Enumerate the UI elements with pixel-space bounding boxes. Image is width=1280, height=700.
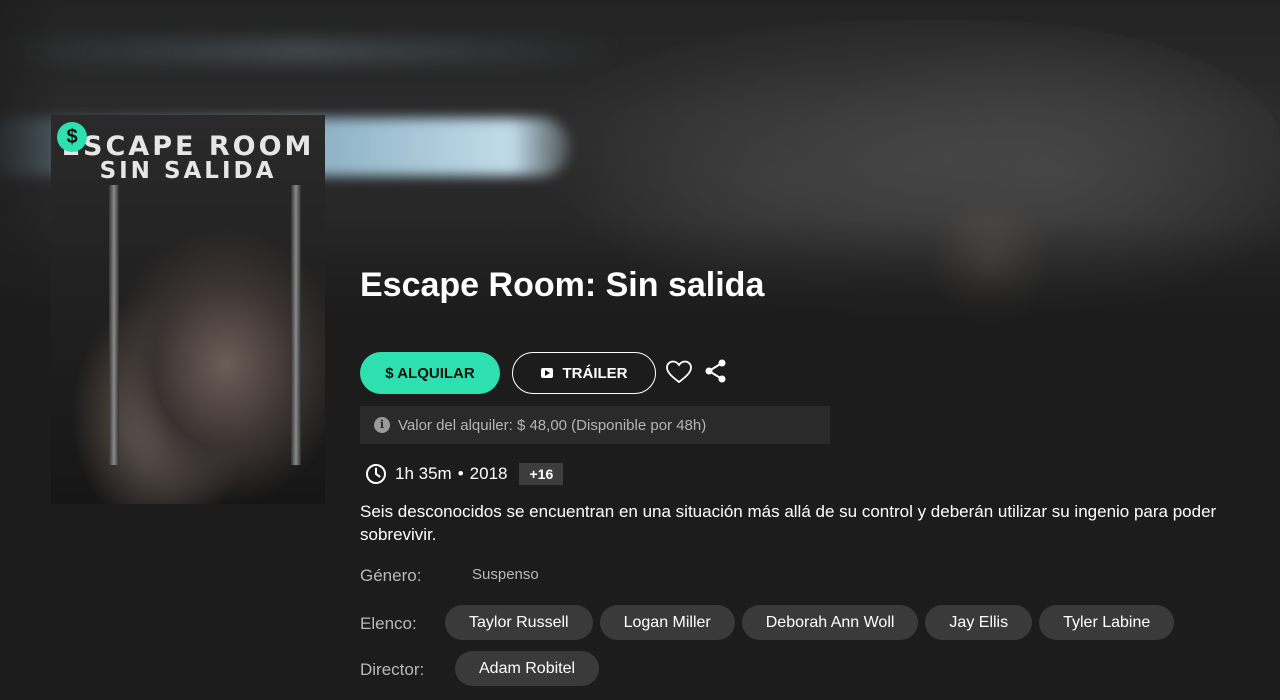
cast-chip[interactable]: Deborah Ann Woll	[741, 605, 919, 640]
share-icon[interactable]	[703, 358, 729, 384]
clock-icon	[366, 464, 386, 484]
release-year: 2018	[469, 464, 508, 483]
age-rating-badge: +16	[519, 463, 564, 485]
genre-label: Género:	[360, 566, 422, 585]
trailer-button-label: TRÁILER	[562, 364, 628, 382]
duration: 1h 35m	[395, 464, 452, 483]
cast-list: Taylor Russell Logan Miller Deborah Ann …	[445, 605, 1175, 640]
rental-info-text: Valor del alquiler: $ 48,00 (Disponible …	[398, 416, 707, 434]
cast-chip[interactable]: Jay Ellis	[925, 605, 1033, 640]
synopsis: Seis desconocidos se encuentran en una s…	[360, 502, 1217, 544]
meta-separator: •	[457, 464, 464, 483]
director-chip[interactable]: Adam Robitel	[455, 651, 600, 686]
poster-title-line2: SIN SALIDA	[99, 158, 277, 184]
trailer-button[interactable]: TRÁILER	[512, 352, 656, 394]
movie-poster[interactable]: ESCAPE ROOM SIN SALIDA $	[51, 115, 325, 504]
rent-badge-icon: $	[57, 122, 87, 152]
genre-value[interactable]: Suspenso	[472, 566, 539, 583]
heart-icon[interactable]	[665, 359, 693, 385]
movie-title: Escape Room: Sin salida	[360, 266, 765, 304]
cast-label: Elenco:	[360, 614, 417, 633]
cast-chip[interactable]: Tyler Labine	[1039, 605, 1175, 640]
info-icon: i	[374, 417, 390, 433]
director-list: Adam Robitel	[455, 651, 600, 686]
rental-info-box: i Valor del alquiler: $ 48,00 (Disponibl…	[360, 406, 830, 444]
movie-detail-page: ESCAPE ROOM SIN SALIDA $ Escape Room: Si…	[0, 0, 1280, 700]
director-label: Director:	[360, 660, 425, 679]
cast-chip[interactable]: Taylor Russell	[445, 605, 593, 640]
rent-button[interactable]: $ ALQUILAR	[360, 352, 500, 394]
cast-chip[interactable]: Logan Miller	[599, 605, 735, 640]
play-icon	[540, 368, 553, 378]
movie-meta: 1h 35m • 2018 +16	[365, 461, 564, 487]
